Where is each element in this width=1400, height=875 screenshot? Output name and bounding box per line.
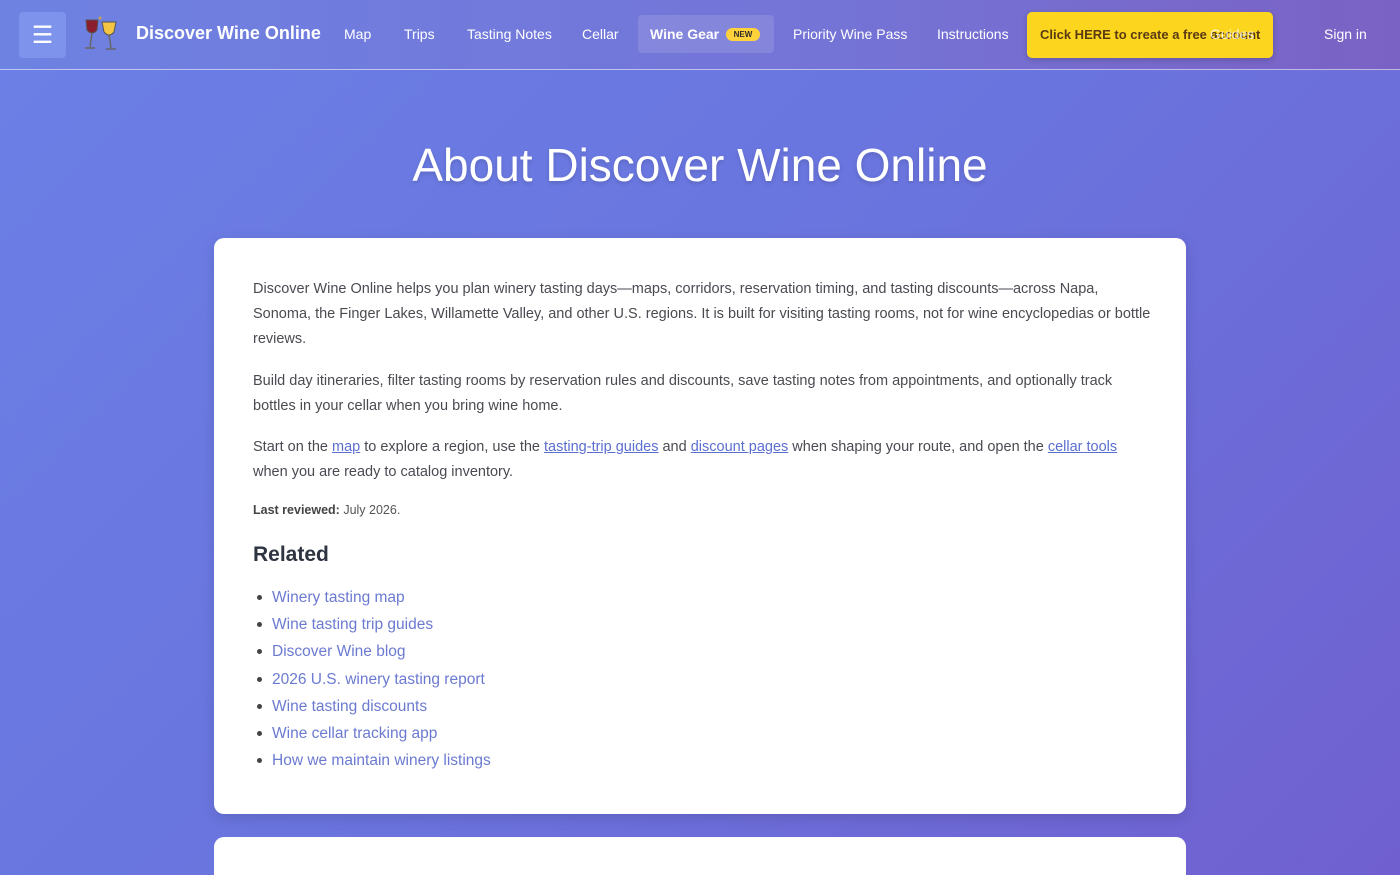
map-link[interactable]: map	[332, 439, 360, 455]
related-link[interactable]: Wine tasting discounts	[253, 693, 491, 720]
about-card: Discover Wine Online helps you plan wine…	[214, 238, 1186, 814]
related-heading: Related	[253, 543, 329, 566]
related-link[interactable]: How we maintain winery listings	[253, 747, 491, 774]
related-link[interactable]: Winery tasting map	[253, 584, 491, 611]
hamburger-menu-button[interactable]: ☰	[19, 12, 66, 58]
page-title: About Discover Wine Online	[412, 139, 988, 191]
new-badge: NEW	[726, 28, 760, 41]
next-section-card	[214, 837, 1186, 875]
related-link[interactable]: Discover Wine blog	[253, 638, 491, 665]
cellar-tools-link[interactable]: cellar tools	[1048, 439, 1117, 455]
about-paragraph-1: Discover Wine Online helps you plan wine…	[253, 281, 1151, 347]
brand-name[interactable]: Discover Wine Online	[136, 23, 321, 44]
tasting-trip-guides-link[interactable]: tasting-trip guides	[544, 439, 658, 455]
sign-in-link[interactable]: Sign in	[1324, 26, 1367, 42]
nav-link-priority-wine-pass[interactable]: Priority Wine Pass	[793, 26, 907, 42]
about-paragraph-3: Start on the map to explore a region, us…	[253, 439, 1118, 480]
nav-link-guides[interactable]: Guides	[1210, 26, 1254, 42]
related-link[interactable]: Wine tasting trip guides	[253, 611, 491, 638]
related-list: Winery tasting map Wine tasting trip gui…	[253, 584, 491, 774]
nav-link-map[interactable]: Map	[344, 26, 371, 42]
discount-pages-link[interactable]: discount pages	[691, 439, 789, 455]
related-link[interactable]: Wine cellar tracking app	[253, 720, 491, 747]
nav-link-trips[interactable]: Trips	[404, 26, 435, 42]
nav-link-cellar[interactable]: Cellar	[582, 26, 619, 42]
nav-link-instructions[interactable]: Instructions	[937, 26, 1009, 42]
related-link[interactable]: 2026 U.S. winery tasting report	[253, 666, 491, 693]
last-reviewed: Last reviewed: July 2026.	[253, 503, 401, 517]
hamburger-icon: ☰	[31, 21, 54, 49]
nav-link-tasting-notes[interactable]: Tasting Notes	[467, 26, 552, 42]
top-nav: ☰ Discover Wine Online Map Trips Tasting…	[0, 0, 1400, 70]
about-paragraph-2: Build day itineraries, filter tasting ro…	[253, 373, 1113, 414]
wine-gear-label: Wine Gear	[650, 26, 720, 42]
wine-glasses-logo-icon[interactable]	[80, 14, 122, 56]
